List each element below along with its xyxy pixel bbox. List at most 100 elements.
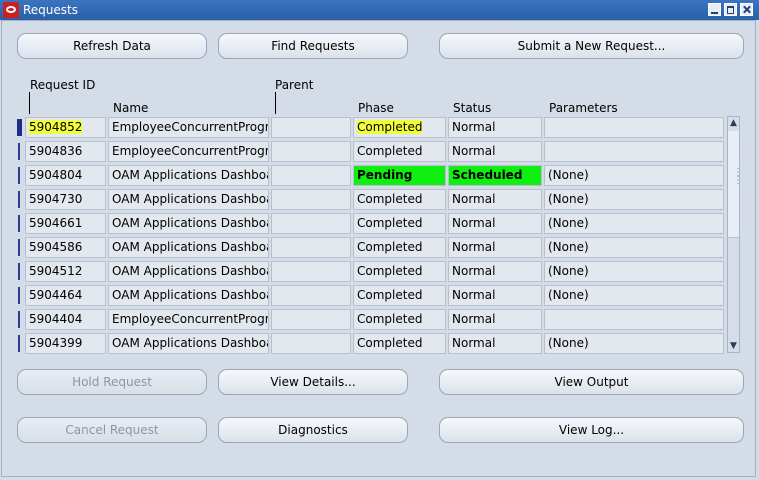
phase-cell[interactable]: Completed (353, 261, 446, 282)
window-titlebar: Requests (0, 0, 759, 20)
record-indicator (18, 167, 20, 184)
status-cell[interactable]: Normal (448, 213, 542, 234)
table-row[interactable]: 5904404 EmployeeConcurrentProgra Complet… (0, 307, 759, 331)
view-details-button[interactable]: View Details... (218, 369, 408, 395)
phase-cell[interactable]: Completed (353, 237, 446, 258)
parent-cell[interactable] (271, 285, 351, 306)
parent-cell[interactable] (271, 309, 351, 330)
name-cell[interactable]: OAM Applications Dashboa (108, 213, 269, 234)
maximize-icon[interactable] (724, 3, 737, 16)
phase-cell[interactable]: Completed (353, 285, 446, 306)
parameters-cell[interactable] (544, 309, 724, 330)
table-row[interactable]: 5904661 OAM Applications Dashboa Complet… (0, 211, 759, 235)
record-indicator (18, 335, 20, 352)
phase-cell[interactable]: Completed (353, 141, 446, 162)
parent-cell[interactable] (271, 333, 351, 354)
phase-cell[interactable]: Completed (353, 333, 446, 354)
record-indicator (18, 239, 20, 256)
name-cell[interactable]: EmployeeConcurrentProgra (108, 117, 269, 138)
find-requests-button[interactable]: Find Requests (218, 33, 408, 59)
parent-cell[interactable] (271, 213, 351, 234)
hold-request-button[interactable]: Hold Request (17, 369, 207, 395)
parameters-cell[interactable]: (None) (544, 261, 724, 282)
name-cell[interactable]: OAM Applications Dashboa (108, 333, 269, 354)
column-header-phase: Phase (358, 101, 394, 115)
parameters-cell[interactable]: (None) (544, 237, 724, 258)
refresh-data-button[interactable]: Refresh Data (17, 33, 207, 59)
table-row[interactable]: 5904586 OAM Applications Dashboa Complet… (0, 235, 759, 259)
phase-cell[interactable]: Completed (353, 117, 446, 138)
cancel-request-button[interactable]: Cancel Request (17, 417, 207, 443)
status-cell[interactable]: Normal (448, 285, 542, 306)
parameters-cell[interactable] (544, 117, 724, 138)
parent-cell[interactable] (271, 261, 351, 282)
status-cell[interactable]: Normal (448, 309, 542, 330)
view-output-button[interactable]: View Output (439, 369, 744, 395)
table-row[interactable]: 5904836 EmployeeConcurrentProgra Complet… (0, 139, 759, 163)
status-cell[interactable]: Scheduled (448, 165, 542, 186)
table-row[interactable]: 5904512 OAM Applications Dashboa Complet… (0, 259, 759, 283)
phase-cell[interactable]: Completed (353, 309, 446, 330)
request-id-cell[interactable]: 5904586 (25, 237, 106, 258)
table-row[interactable]: 5904804 OAM Applications Dashboa Pending… (0, 163, 759, 187)
phase-cell[interactable]: Completed (353, 213, 446, 234)
parameters-cell[interactable] (544, 141, 724, 162)
parameters-cell[interactable]: (None) (544, 285, 724, 306)
name-cell[interactable]: OAM Applications Dashboa (108, 285, 269, 306)
close-icon[interactable] (740, 3, 753, 16)
status-cell[interactable]: Normal (448, 117, 542, 138)
column-header-parent: Parent (275, 78, 314, 92)
status-cell[interactable]: Normal (448, 261, 542, 282)
request-id-cell[interactable]: 5904464 (25, 285, 106, 306)
table-row[interactable]: 5904399 OAM Applications Dashboa Complet… (0, 331, 759, 355)
submit-new-request-button[interactable]: Submit a New Request... (439, 33, 744, 59)
request-id-cell[interactable]: 5904512 (25, 261, 106, 282)
window-title: Requests (23, 3, 78, 17)
parameters-cell[interactable]: (None) (544, 165, 724, 186)
name-cell[interactable]: OAM Applications Dashboa (108, 189, 269, 210)
table-row[interactable]: 5904464 OAM Applications Dashboa Complet… (0, 283, 759, 307)
request-id-cell[interactable]: 5904404 (25, 309, 106, 330)
view-log-button[interactable]: View Log... (439, 417, 744, 443)
table-row[interactable]: 5904730 OAM Applications Dashboa Complet… (0, 187, 759, 211)
diagnostics-button[interactable]: Diagnostics (218, 417, 408, 443)
vertical-scrollbar[interactable]: ▲ ▼ (727, 116, 740, 353)
status-cell[interactable]: Normal (448, 237, 542, 258)
request-id-cell[interactable]: 5904730 (25, 189, 106, 210)
name-cell[interactable]: OAM Applications Dashboa (108, 165, 269, 186)
parent-cell[interactable] (271, 117, 351, 138)
record-indicator (18, 287, 20, 304)
phase-cell[interactable]: Completed (353, 189, 446, 210)
minimize-icon[interactable] (708, 3, 721, 16)
phase-cell[interactable]: Pending (353, 165, 446, 186)
table-row[interactable]: 5904852 EmployeeConcurrentProgra Complet… (0, 115, 759, 139)
request-id-cell[interactable]: 5904852 (25, 117, 106, 138)
parameters-cell[interactable]: (None) (544, 213, 724, 234)
column-header-parameters: Parameters (549, 101, 618, 115)
parent-cell[interactable] (271, 165, 351, 186)
name-cell[interactable]: OAM Applications Dashboa (108, 237, 269, 258)
parent-cell[interactable] (271, 189, 351, 210)
name-cell[interactable]: OAM Applications Dashboa (108, 261, 269, 282)
status-cell[interactable]: Normal (448, 189, 542, 210)
parent-cell[interactable] (271, 237, 351, 258)
record-indicator (18, 143, 20, 160)
name-cell[interactable]: EmployeeConcurrentProgra (108, 141, 269, 162)
status-cell[interactable]: Normal (448, 333, 542, 354)
request-id-cell[interactable]: 5904804 (25, 165, 106, 186)
record-indicator (18, 191, 20, 208)
parent-cell[interactable] (271, 141, 351, 162)
name-cell[interactable]: EmployeeConcurrentProgra (108, 309, 269, 330)
parameters-cell[interactable]: (None) (544, 189, 724, 210)
parameters-cell[interactable]: (None) (544, 333, 724, 354)
request-id-cell[interactable]: 5904399 (25, 333, 106, 354)
resize-grip-icon: ⋮ ⋮ (733, 167, 743, 186)
oracle-logo-icon (3, 2, 19, 18)
status-cell[interactable]: Normal (448, 141, 542, 162)
record-indicator (18, 215, 20, 232)
scroll-down-icon[interactable]: ▼ (728, 340, 739, 352)
scroll-up-icon[interactable]: ▲ (728, 117, 739, 129)
request-id-cell[interactable]: 5904661 (25, 213, 106, 234)
request-id-cell[interactable]: 5904836 (25, 141, 106, 162)
column-header-status: Status (453, 101, 492, 115)
